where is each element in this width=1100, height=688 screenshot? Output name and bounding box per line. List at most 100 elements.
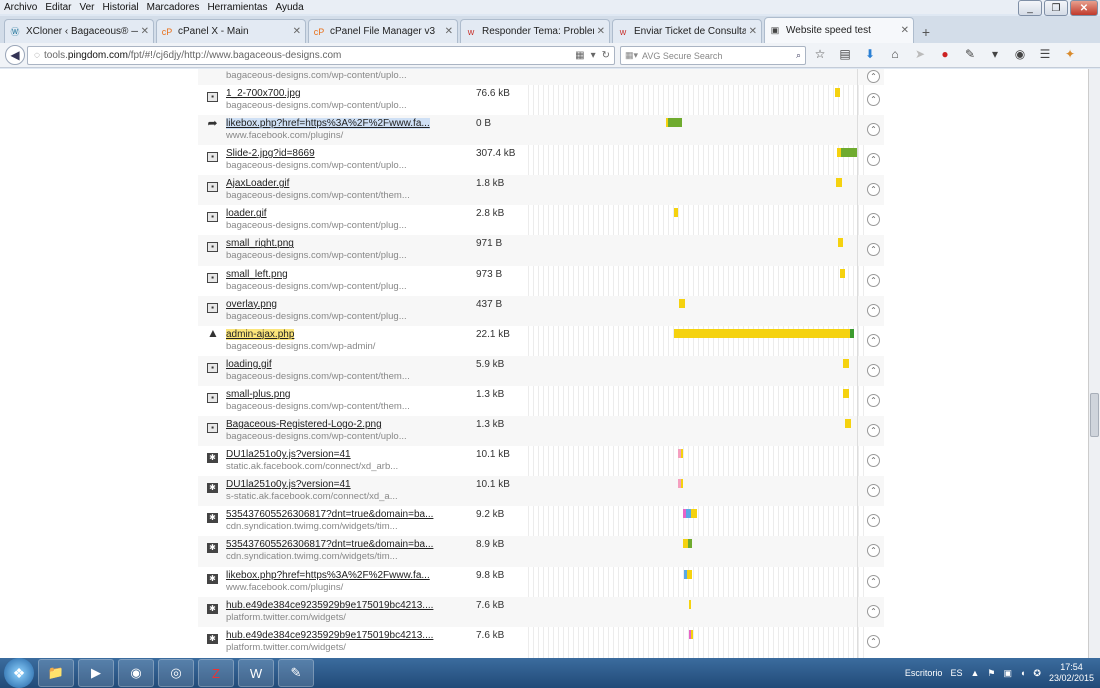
request-row[interactable]: ▪ small_right.png bagaceous-designs.com/wp… (198, 235, 884, 266)
expand-row-icon[interactable]: ⌃ (867, 213, 880, 227)
start-button[interactable]: ❖ (4, 658, 34, 688)
expand-row-icon[interactable]: ⌃ (867, 544, 880, 558)
menu-item-editar[interactable]: Editar (45, 2, 71, 13)
expand-row-icon[interactable]: ⌃ (867, 153, 880, 167)
expand-row-icon[interactable]: ⌃ (867, 484, 880, 498)
close-icon[interactable]: ✕ (597, 26, 605, 37)
request-row[interactable]: ▪bagaceous-designs.com/wp-content/uplo..… (198, 69, 884, 85)
request-row[interactable]: ✱ DU1la251o0y.js?version=41 static.ak.face… (198, 446, 884, 476)
expand-row-icon[interactable]: ⌃ (867, 454, 880, 468)
download-icon[interactable]: ⬇ (862, 47, 878, 61)
request-row[interactable]: ✱ 535437605526306817?dnt=true&domain=ba..… (198, 506, 884, 536)
send-icon[interactable]: ➤ (912, 47, 928, 61)
close-icon[interactable]: ✕ (901, 25, 909, 36)
request-row[interactable]: ▪ AjaxLoader.gif bagaceous-designs.com/wp-… (198, 175, 884, 206)
expand-row-icon[interactable]: ⌃ (867, 514, 880, 528)
expand-row-icon[interactable]: ⌃ (867, 363, 880, 377)
close-icon[interactable]: ✕ (293, 26, 301, 37)
tray-app-icon[interactable]: ✪ (1033, 668, 1041, 679)
expand-row-icon[interactable]: ⌃ (867, 424, 880, 438)
network-icon[interactable]: ◎ (158, 659, 194, 687)
file-name-link[interactable]: loader.gif (226, 208, 267, 219)
file-name-link[interactable]: small_right.png (226, 238, 294, 249)
close-window-button[interactable]: ✕ (1070, 0, 1098, 16)
request-row[interactable]: ✱ DU1la251o0y.js?version=41 s-static.ak.fa… (198, 476, 884, 507)
tab-0[interactable]: Ⓦ XCloner ‹ Bagaceous® — Wor...✕ (4, 19, 154, 43)
request-row[interactable]: ▪ overlay.png bagaceous-designs.com/wp-con… (198, 295, 884, 326)
file-name-link[interactable]: DU1la251o0y.js?version=41 (226, 449, 351, 460)
file-name-link[interactable]: Slide-2.jpg?id=8669 (226, 148, 315, 159)
expand-row-icon[interactable]: ⌃ (867, 634, 880, 648)
file-name-link[interactable]: admin-ajax.php (226, 328, 295, 340)
file-name-link[interactable]: hub.e49de384ce9235929b9e175019bc4213.... (226, 630, 433, 641)
request-row[interactable]: ▪ loading.gif bagaceous-designs.com/wp-con… (198, 355, 884, 386)
tab-5[interactable]: ▣ Website speed test ✕ (764, 17, 914, 43)
new-tab-button[interactable]: + (916, 21, 936, 43)
word-icon[interactable]: W (238, 659, 274, 687)
request-row[interactable]: ➦ likebox.php?href=https%3A%2F%2Fwww.fa..… (198, 115, 884, 146)
request-row[interactable]: ▪ small_left.png bagaceous-designs.com/wp-… (198, 266, 884, 296)
expand-row-icon[interactable]: ⌃ (867, 273, 880, 287)
request-row[interactable]: ▪ Slide-2.jpg?id=8669 bagaceous-designs.co… (198, 145, 884, 175)
media-player-icon[interactable]: ▶ (78, 659, 114, 687)
maximize-button[interactable]: ❐ (1044, 0, 1068, 16)
file-name-link[interactable]: likebox.php?href=https%3A%2F%2Fwww.fa... (226, 570, 430, 581)
dropdown-icon[interactable]: ▾ (987, 47, 1003, 61)
tab-4[interactable]: w Enviar Ticket de Consulta - ...✕ (612, 19, 762, 43)
request-row[interactable]: ▪ small-plus.png bagaceous-designs.com/wp-… (198, 386, 884, 416)
file-name-link[interactable]: AjaxLoader.gif (226, 178, 289, 189)
file-name-link[interactable]: small_left.png (226, 269, 288, 280)
firefox-icon[interactable]: ◉ (118, 659, 154, 687)
extension-icon[interactable]: ✦ (1062, 47, 1078, 61)
request-row[interactable]: ▪ loader.gif bagaceous-designs.com/wp-cont… (198, 205, 884, 235)
chat-icon[interactable]: ◉ (1012, 47, 1028, 61)
menu-item-ver[interactable]: Ver (79, 2, 94, 13)
page-scrollbar[interactable] (1088, 69, 1100, 658)
tray-arrow-icon[interactable]: ▲ (970, 668, 979, 678)
tab-3[interactable]: w Responder Tema: Problem...✕ (460, 19, 610, 43)
tab-2[interactable]: cP cPanel File Manager v3 ✕ (308, 19, 458, 43)
file-name-link[interactable]: small-plus.png (226, 389, 290, 400)
close-icon[interactable]: ✕ (749, 26, 757, 37)
bookmarks-list-icon[interactable]: ▤ (837, 47, 853, 61)
menu-item-marcadores[interactable]: Marcadores (147, 2, 200, 13)
request-row[interactable]: ✱ 535437605526306817?dnt=true&domain=ba..… (198, 536, 884, 567)
search-input[interactable]: AVG Secure Search (642, 51, 722, 61)
close-icon[interactable]: ✕ (445, 26, 453, 37)
menu-item-historial[interactable]: Historial (103, 2, 139, 13)
tab-1[interactable]: cP cPanel X - Main ✕ (156, 19, 306, 43)
abp-icon[interactable]: ● (937, 47, 953, 61)
expand-row-icon[interactable]: ⌃ (867, 93, 880, 106)
url-bar[interactable]: ◌ tools.pingdom.com/fpt/#!/cj6djy/http:/… (27, 46, 615, 65)
file-name-link[interactable]: DU1la251o0y.js?version=41 (226, 479, 351, 490)
explorer-icon[interactable]: 📁 (38, 659, 74, 687)
volume-icon[interactable]: ◖ (1020, 668, 1025, 678)
expand-row-icon[interactable]: ⌃ (867, 303, 880, 317)
reload-icon[interactable]: ↻ (602, 50, 610, 61)
filezilla-icon[interactable]: Z (198, 659, 234, 687)
expand-row-icon[interactable]: ⌃ (867, 243, 880, 257)
scrollbar-thumb[interactable] (1090, 393, 1099, 437)
menu-icon[interactable]: ☰ (1037, 47, 1053, 61)
menu-item-ayuda[interactable]: Ayuda (275, 2, 303, 13)
request-row[interactable]: ▪ 1_2-700x700.jpg bagaceous-designs.com/wp… (198, 85, 884, 115)
file-name-link[interactable]: 535437605526306817?dnt=true&domain=ba... (226, 509, 433, 520)
minimize-button[interactable]: _ (1018, 0, 1042, 16)
home-icon[interactable]: ⌂ (887, 47, 903, 61)
bookmark-star-icon[interactable]: ☆ (812, 47, 828, 61)
expand-row-icon[interactable]: ⌃ (867, 123, 880, 137)
expand-row-icon[interactable]: ⌃ (867, 604, 880, 618)
expand-row-icon[interactable]: ⌃ (867, 183, 880, 197)
file-name-link[interactable]: 1_2-700x700.jpg (226, 88, 301, 99)
menu-item-archivo[interactable]: Archivo (4, 2, 37, 13)
expand-row-icon[interactable]: ⌃ (867, 574, 880, 588)
flag-icon[interactable]: ⚑ (987, 668, 995, 679)
request-row[interactable]: ▪ Bagaceous-Registered-Logo-2.png bagaceou… (198, 416, 884, 447)
menu-item-herramientas[interactable]: Herramientas (207, 2, 267, 13)
search-bar[interactable]: ▦▾ AVG Secure Search ⌕ (620, 46, 806, 65)
back-button[interactable]: ◀ (5, 45, 25, 65)
expand-row-icon[interactable]: ⌃ (867, 393, 880, 407)
expand-row-icon[interactable]: ⌃ (867, 333, 880, 347)
network-tray-icon[interactable]: ▣ (1003, 668, 1012, 679)
file-name-link[interactable]: Bagaceous-Registered-Logo-2.png (226, 419, 382, 430)
